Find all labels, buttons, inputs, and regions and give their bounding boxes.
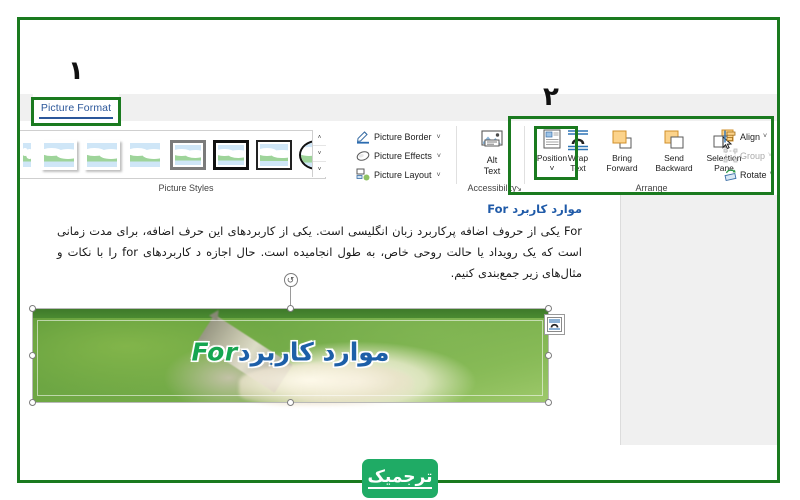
resize-handle-middle-right[interactable]	[545, 351, 552, 359]
alt-text-icon	[478, 129, 506, 153]
effects-icon	[356, 149, 370, 163]
gallery-scroll-up-icon[interactable]: ˄	[313, 130, 326, 146]
resize-handle-bottom-left[interactable]	[29, 399, 36, 406]
alt-text-label-line2: Text	[483, 166, 501, 176]
resize-handle-bottom-right[interactable]	[545, 399, 552, 406]
screenshot-root: Picture Format ˄ ˅ ˅ Picture Styles Pict…	[0, 0, 800, 500]
picture-border-label: Picture Border	[374, 132, 432, 142]
group-label-picture-styles: Picture Styles	[158, 183, 214, 193]
picture-style-thumb[interactable]	[170, 139, 206, 170]
page-gutter	[620, 195, 777, 445]
picture-style-thumb[interactable]	[127, 140, 163, 170]
alt-text-label-line1: Alt	[486, 155, 498, 165]
chevron-down-icon[interactable]: ˅	[437, 134, 441, 141]
picture-styles-gallery[interactable]	[20, 130, 326, 179]
pencil-border-icon	[356, 130, 370, 144]
page-heading: موارد کاربرد For	[487, 202, 582, 216]
selected-picture[interactable]: موارد کاربردFor ↺	[29, 273, 552, 406]
annotation-number-2: ۲	[543, 82, 559, 112]
annotation-number-1: ۱	[68, 56, 84, 86]
group-picture-commands: Picture Border ˅ Picture Effects ˅ Pictu…	[352, 121, 452, 195]
picture-layout-button[interactable]: Picture Layout ˅	[356, 167, 441, 183]
page-paragraph: For یکی از حروف اضافه پرکاربرد زبان انگل…	[57, 224, 582, 280]
resize-handle-middle-left[interactable]	[29, 351, 36, 359]
rotate-handle-icon[interactable]: ↺	[283, 273, 298, 287]
gallery-more-icon[interactable]: ˅	[313, 162, 326, 177]
picture-style-thumb[interactable]	[20, 140, 34, 170]
chevron-down-icon[interactable]: ˅	[437, 153, 441, 160]
annotation-box-picture-format-tab	[31, 97, 121, 126]
document-canvas: موارد کاربرد For For یکی از حروف اضافه پ…	[20, 195, 777, 480]
chevron-down-icon[interactable]: ˅	[437, 172, 441, 179]
resize-handle-top-right[interactable]	[545, 305, 552, 312]
resize-handle-top-center[interactable]	[286, 305, 294, 312]
picture-effects-label: Picture Effects	[374, 151, 432, 161]
layout-icon	[356, 168, 370, 182]
group-picture-styles: ˄ ˅ ˅ Picture Styles	[20, 121, 352, 195]
brand-logo-text: ترجمیک	[367, 466, 433, 489]
annotation-box-wrap-text	[534, 126, 578, 180]
selection-border	[32, 308, 549, 403]
picture-style-thumb[interactable]	[84, 140, 120, 170]
picture-border-button[interactable]: Picture Border ˅	[356, 129, 441, 145]
gallery-scroll-controls[interactable]: ˄ ˅ ˅	[312, 130, 326, 177]
picture-effects-button[interactable]: Picture Effects ˅	[356, 148, 441, 164]
brand-logo: ترجمیک	[362, 459, 438, 498]
gallery-scroll-down-icon[interactable]: ˅	[313, 146, 326, 162]
resize-handle-bottom-center[interactable]	[286, 399, 294, 406]
resize-handle-top-left[interactable]	[29, 305, 36, 312]
layout-options-button[interactable]	[544, 314, 565, 335]
picture-layout-label: Picture Layout	[374, 170, 432, 180]
picture-style-thumb[interactable]	[256, 139, 292, 170]
picture-style-thumb[interactable]	[41, 140, 77, 170]
layout-options-icon	[547, 317, 562, 332]
picture-style-thumb[interactable]	[213, 139, 249, 170]
document-page[interactable]: موارد کاربرد For For یکی از حروف اضافه پ…	[20, 195, 620, 480]
